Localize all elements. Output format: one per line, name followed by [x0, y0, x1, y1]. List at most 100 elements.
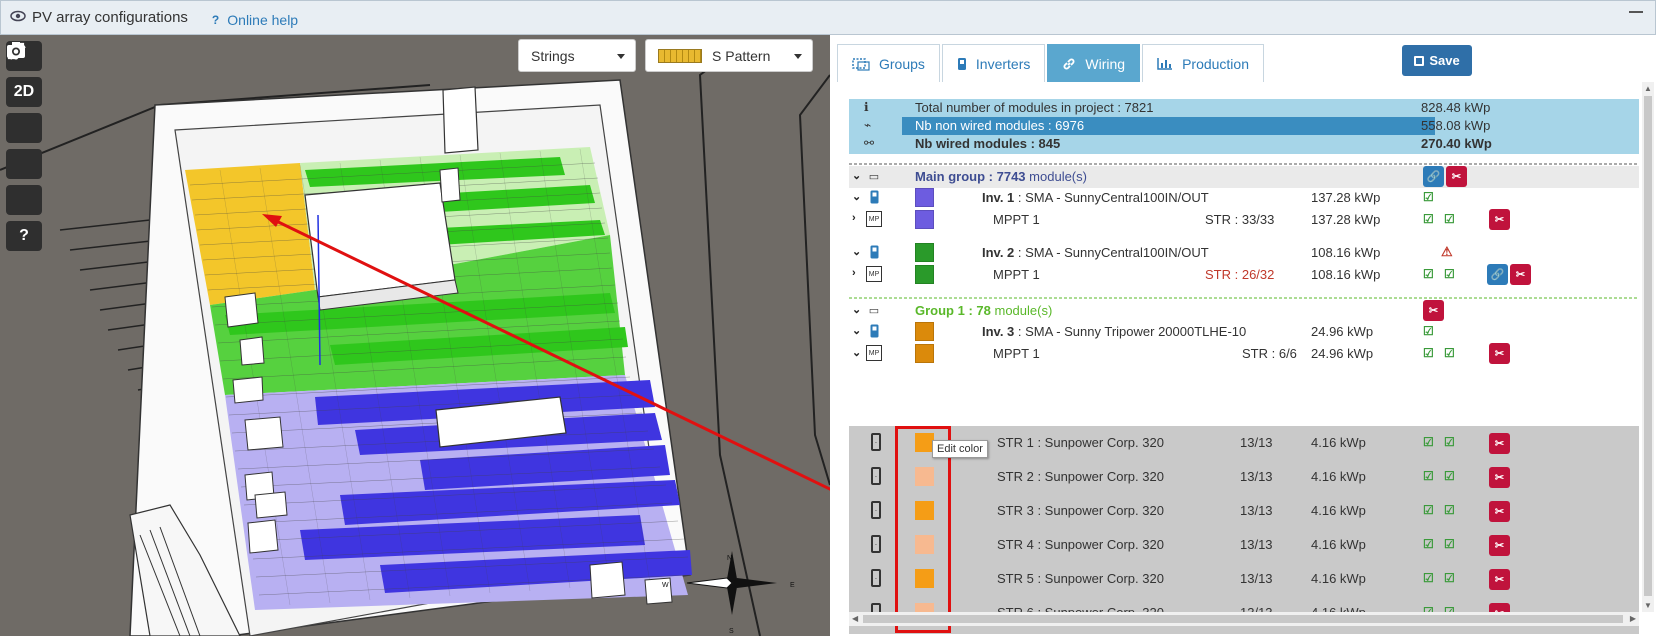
wire-group-button[interactable]: 🔗 [1423, 166, 1444, 187]
inverter-name: Inv. 2 [982, 245, 1015, 260]
collapse-icon[interactable] [1629, 11, 1643, 13]
string-icon: · [871, 501, 881, 519]
group1-row[interactable]: ⌄ ▭ Group 1 : 78 module(s) ✂ [849, 300, 1639, 322]
mppt-icon: MP [866, 211, 882, 227]
link-icon: ⚯ [864, 136, 875, 150]
move-button[interactable] [6, 42, 42, 143]
summary-wired-kwp: 270.40 kWp [1421, 136, 1492, 151]
chevron-down-icon[interactable]: ⌄ [852, 190, 861, 203]
online-help-link[interactable]: ? Online help [212, 12, 298, 28]
chevron-right-icon[interactable]: › [852, 212, 856, 224]
scroll-thumb[interactable] [1644, 96, 1652, 596]
check-icon: ☑ [1423, 503, 1434, 517]
unwire-group-button[interactable]: ✂ [1423, 300, 1444, 321]
group1-divider [849, 297, 1639, 299]
chevron-down-icon[interactable]: ⌄ [852, 169, 861, 182]
unwire-mppt-button[interactable]: ✂ [1489, 209, 1510, 230]
string-kwp: 4.16 kWp [1311, 469, 1366, 484]
chevron-down-icon[interactable]: ⌄ [852, 324, 861, 337]
string-module-count: 13/13 [1240, 537, 1273, 552]
mppt-kwp: 108.16 kWp [1311, 267, 1381, 282]
project-summary: ℹ Total number of modules in project : 7… [849, 99, 1639, 154]
3d-viewport[interactable]: N W E S 2D ? Strings S Pattern [0, 35, 830, 636]
string-row[interactable]: · STR 2 : Sunpower Corp. 320 13/13 4.16 … [849, 460, 1639, 494]
scroll-thumb[interactable] [863, 615, 1623, 623]
unwire-mppt-button[interactable]: ✂ [1510, 264, 1531, 285]
inverter-color-swatch[interactable] [915, 243, 934, 262]
chevron-down-icon[interactable]: ⌄ [852, 303, 861, 316]
link-icon [1063, 58, 1075, 69]
string-row[interactable]: · STR 4 : Sunpower Corp. 320 13/13 4.16 … [849, 528, 1639, 562]
chevron-down-icon[interactable]: ⌄ [852, 346, 861, 359]
string-module-count: 13/13 [1240, 503, 1273, 518]
group1-suffix: module(s) [994, 303, 1053, 318]
scroll-left-icon[interactable]: ◀ [852, 614, 858, 623]
inverter-row[interactable]: ⌄ Inv. 3 : SMA - Sunny Tripower 20000TLH… [849, 321, 1639, 343]
pattern-select[interactable]: S Pattern [645, 39, 813, 72]
inverter-color-swatch[interactable] [915, 188, 934, 207]
unwire-button[interactable] [6, 44, 42, 179]
group1-count: : 78 [968, 303, 991, 318]
strings-select[interactable]: Strings [518, 39, 636, 72]
pattern-swatch-icon [658, 48, 702, 63]
unwire-string-button[interactable]: ✂ [1489, 467, 1510, 488]
mppt-color-swatch[interactable] [915, 265, 934, 284]
string-name: STR 2 : Sunpower Corp. 320 [997, 469, 1164, 484]
mppt-row[interactable]: › MP MPPT 1 STR : 33/33 137.28 kWp ☑ ☑ ✂ [849, 209, 1639, 231]
unwire-group-button[interactable]: ✂ [1446, 166, 1467, 187]
mppt-row[interactable]: ⌄ MP MPPT 1 STR : 6/6 24.96 kWp ☑ ☑ ✂ [849, 343, 1639, 365]
mppt-str-count: STR : 6/6 [1242, 346, 1297, 361]
mppt-color-swatch[interactable] [915, 210, 934, 229]
main-group-divider [849, 163, 1639, 165]
check-icon: ☑ [1444, 571, 1455, 585]
inverter-row[interactable]: ⌄ Inv. 1 : SMA - SunnyCentral100IN/OUT 1… [849, 187, 1639, 209]
compass-south-label: S [729, 628, 734, 635]
tab-production[interactable]: Production [1142, 44, 1264, 82]
unwire-mppt-button[interactable]: ✂ [1489, 343, 1510, 364]
string-row[interactable]: · STR 3 : Sunpower Corp. 320 13/13 4.16 … [849, 494, 1639, 528]
chevron-down-icon[interactable]: ⌄ [852, 245, 861, 258]
chevron-down-icon [794, 54, 802, 59]
view-mode-2d-button[interactable]: 2D [6, 77, 42, 107]
unwire-string-button[interactable]: ✂ [1489, 535, 1510, 556]
inverter-color-swatch[interactable] [915, 322, 934, 341]
wire-mppt-button[interactable]: 🔗 [1487, 264, 1508, 285]
tab-inverters[interactable]: Inverters [941, 44, 1046, 82]
groups-icon: ▭ [868, 304, 880, 317]
unwire-string-button[interactable]: ✂ [1489, 569, 1510, 590]
horizontal-scrollbar[interactable]: ◀ ▶ [849, 612, 1639, 626]
tab-inverters-label: Inverters [975, 55, 1031, 72]
unwire-string-button[interactable]: ✂ [1489, 433, 1510, 454]
scroll-down-icon[interactable]: ▼ [1644, 601, 1652, 610]
string-kwp: 4.16 kWp [1311, 571, 1366, 586]
mppt-color-swatch[interactable] [915, 344, 934, 363]
inverter-kwp: 137.28 kWp [1311, 190, 1381, 205]
viewport-help-button[interactable]: ? [6, 221, 42, 251]
tab-wiring[interactable]: Wiring [1047, 44, 1141, 82]
check-icon: ☑ [1423, 571, 1434, 585]
scroll-right-icon[interactable]: ▶ [1630, 614, 1636, 623]
mppt-icon: MP [866, 266, 882, 282]
check-icon: ☑ [1444, 346, 1455, 360]
tab-groups[interactable]: Groups [837, 44, 940, 82]
unlink-icon: ✂ [1494, 472, 1505, 484]
string-icon: · [871, 569, 881, 587]
inverter-row[interactable]: ⌄ Inv. 2 : SMA - SunnyCentral100IN/OUT 1… [849, 242, 1639, 264]
scroll-up-icon[interactable]: ▲ [1644, 84, 1652, 93]
mppt-name: MPPT 1 [993, 267, 1040, 282]
check-icon: ☑ [1444, 435, 1455, 449]
unwire-string-button[interactable]: ✂ [1489, 501, 1510, 522]
save-button[interactable]: Save [1402, 45, 1472, 76]
vertical-scrollbar[interactable]: ▲ ▼ [1642, 82, 1654, 612]
mppt-row[interactable]: › MP MPPT 1 STR : 26/32 108.16 kWp ☑ ☑ 🔗… [849, 264, 1639, 286]
summary-wired-row: ⚯ Nb wired modules : 845 270.40 kWp [849, 135, 1639, 153]
string-row[interactable]: · STR 5 : Sunpower Corp. 320 13/13 4.16 … [849, 562, 1639, 596]
inverter-icon [957, 57, 966, 70]
screenshot-button[interactable] [6, 42, 42, 215]
chevron-right-icon[interactable]: › [852, 267, 856, 279]
inverter-icon [866, 189, 882, 205]
summary-total-text: Total number of modules in project : 782… [915, 100, 1154, 115]
group1-label: Group 1 : 78 module(s) [915, 303, 1052, 318]
main-group-row[interactable]: ⌄ ▭ Main group : 7743 module(s) 🔗 ✂ [849, 166, 1639, 188]
mppt-name: MPPT 1 [993, 212, 1040, 227]
